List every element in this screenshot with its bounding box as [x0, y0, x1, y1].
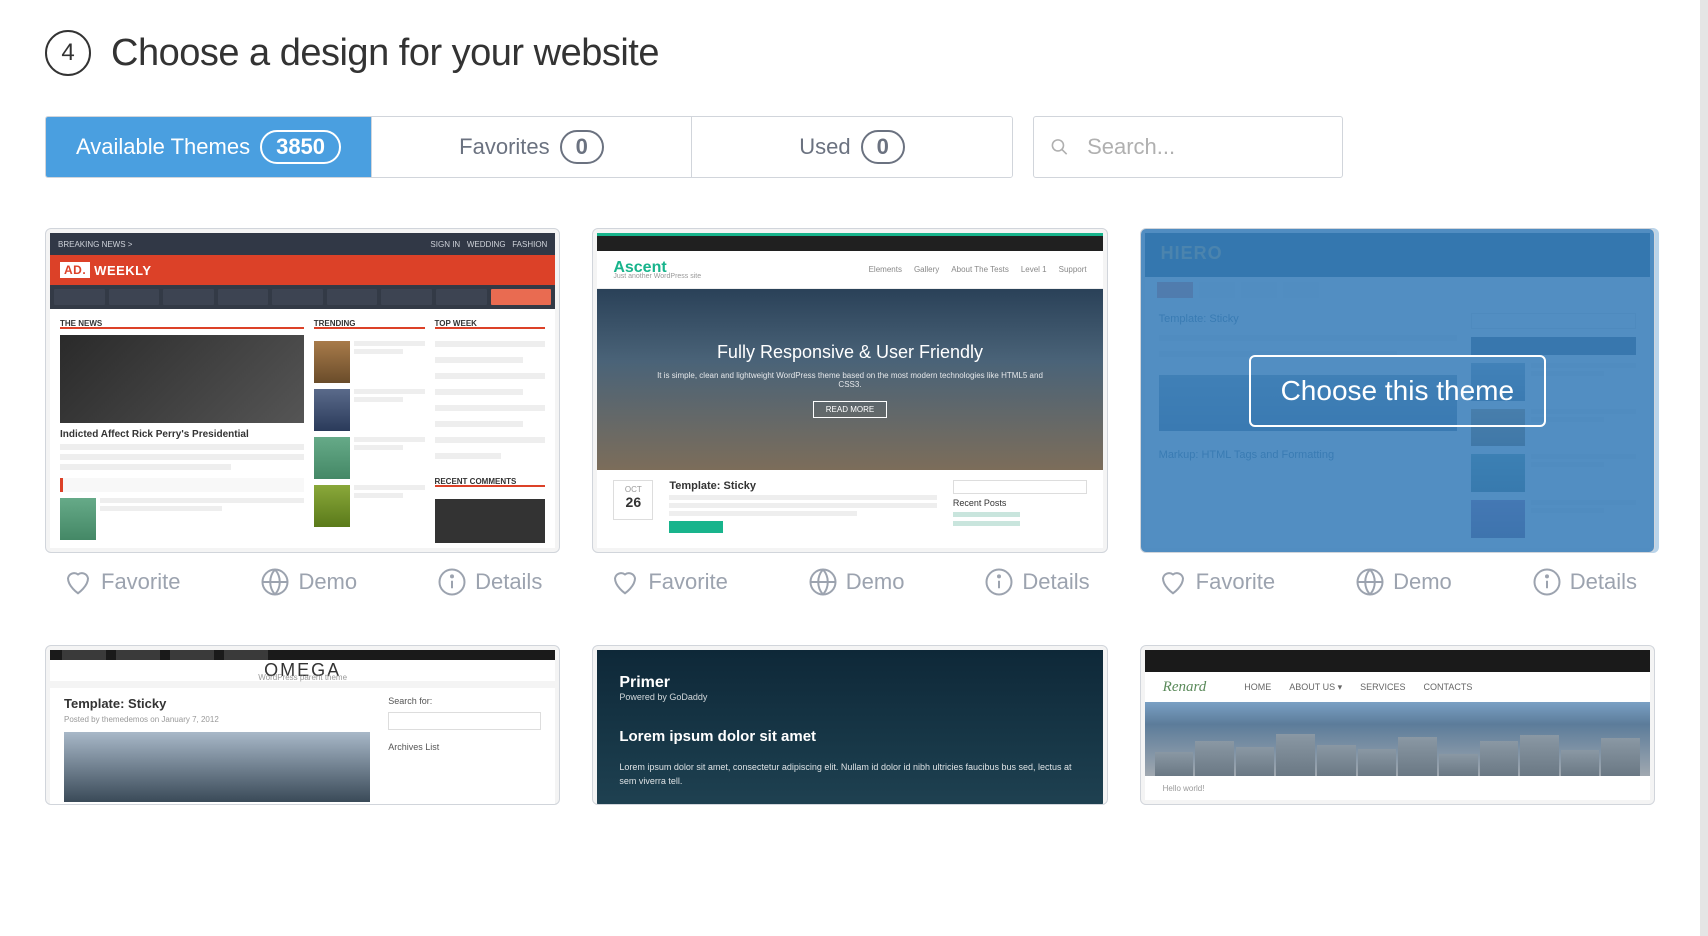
theme-card: Primer Powered by GoDaddy Lorem ipsum do… [592, 645, 1107, 805]
theme-thumbnail[interactable]: BREAKING NEWS >SIGN IN WEDDING FASHION A… [45, 228, 560, 553]
theme-card: RenardHOMEABOUT US ▾SERVICESCONTACTS Hel… [1140, 645, 1655, 805]
step-header: 4 Choose a design for your website [45, 30, 1655, 76]
theme-tabs: Available Themes 3850 Favorites 0 Used 0 [45, 116, 1013, 178]
tab-used[interactable]: Used 0 [692, 117, 1012, 177]
tab-count: 3850 [260, 130, 341, 164]
info-icon [984, 567, 1014, 597]
theme-thumbnail[interactable]: Ascent Just another WordPress site Eleme… [592, 228, 1107, 553]
theme-thumbnail[interactable]: HIERO Template: Sticky Markup: HTML Tags… [1140, 228, 1655, 553]
choose-theme-button[interactable]: Choose this theme [1249, 355, 1546, 427]
info-icon [1532, 567, 1562, 597]
details-button[interactable]: Details [984, 567, 1089, 597]
heart-icon [63, 567, 93, 597]
search-box[interactable] [1033, 116, 1343, 178]
step-number-badge: 4 [45, 30, 91, 76]
tab-available-themes[interactable]: Available Themes 3850 [46, 117, 372, 177]
heart-icon [610, 567, 640, 597]
globe-icon [260, 567, 290, 597]
theme-card: Ascent Just another WordPress site Eleme… [592, 228, 1107, 597]
theme-card: HIERO Template: Sticky Markup: HTML Tags… [1140, 228, 1655, 597]
theme-card: OMEGA WordPress parent theme Template: S… [45, 645, 560, 805]
theme-thumbnail[interactable]: RenardHOMEABOUT US ▾SERVICESCONTACTS Hel… [1140, 645, 1655, 805]
tab-count: 0 [861, 130, 905, 164]
filter-bar: Available Themes 3850 Favorites 0 Used 0 [45, 116, 1655, 178]
favorite-button[interactable]: Favorite [63, 567, 180, 597]
demo-button[interactable]: Demo [1355, 567, 1452, 597]
heart-icon [1158, 567, 1188, 597]
demo-button[interactable]: Demo [808, 567, 905, 597]
search-icon [1050, 136, 1069, 158]
tab-favorites[interactable]: Favorites 0 [372, 117, 692, 177]
theme-hover-overlay: Choose this theme [1141, 229, 1654, 552]
globe-icon [808, 567, 838, 597]
tab-label: Favorites [459, 134, 549, 160]
theme-actions: Favorite Demo Details [592, 567, 1107, 597]
details-button[interactable]: Details [1532, 567, 1637, 597]
theme-actions: Favorite Demo Details [1140, 567, 1655, 597]
tab-label: Used [799, 134, 850, 160]
step-title: Choose a design for your website [111, 32, 659, 75]
theme-thumbnail[interactable]: OMEGA WordPress parent theme Template: S… [45, 645, 560, 805]
demo-button[interactable]: Demo [260, 567, 357, 597]
theme-actions: Favorite Demo Details [45, 567, 560, 597]
favorite-button[interactable]: Favorite [1158, 567, 1275, 597]
globe-icon [1355, 567, 1385, 597]
theme-card: BREAKING NEWS >SIGN IN WEDDING FASHION A… [45, 228, 560, 597]
tab-count: 0 [560, 130, 604, 164]
details-button[interactable]: Details [437, 567, 542, 597]
search-input[interactable] [1087, 134, 1326, 160]
theme-grid: BREAKING NEWS >SIGN IN WEDDING FASHION A… [45, 228, 1655, 805]
tab-label: Available Themes [76, 134, 250, 160]
theme-thumbnail[interactable]: Primer Powered by GoDaddy Lorem ipsum do… [592, 645, 1107, 805]
favorite-button[interactable]: Favorite [610, 567, 727, 597]
info-icon [437, 567, 467, 597]
